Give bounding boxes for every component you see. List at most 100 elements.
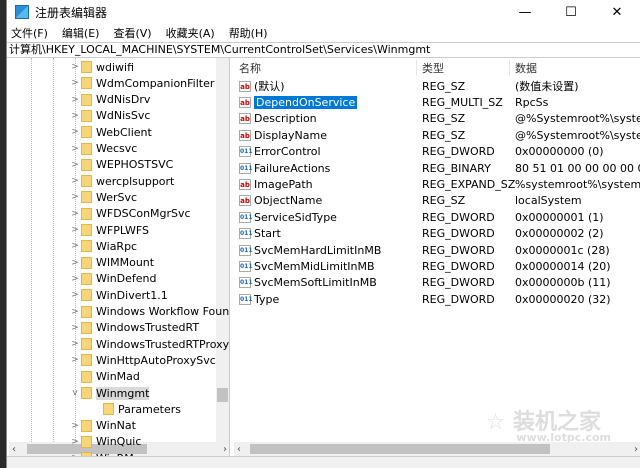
chevron-right-icon[interactable]: > bbox=[69, 307, 81, 317]
chevron-right-icon[interactable]: > bbox=[69, 127, 81, 137]
chevron-right-icon[interactable]: > bbox=[69, 95, 81, 105]
tree-item[interactable]: > wdiwifi bbox=[69, 59, 134, 75]
tree-item[interactable]: > WerSvc bbox=[69, 189, 137, 205]
chevron-right-icon[interactable]: > bbox=[69, 160, 81, 170]
value-row[interactable]: ab DependOnService REG_MULTI_SZ RpcSs bbox=[234, 94, 640, 110]
chevron-right-icon[interactable]: > bbox=[69, 209, 81, 219]
value-name: SvcMemMidLimitInMB bbox=[254, 259, 375, 273]
chevron-right-icon[interactable]: > bbox=[69, 225, 81, 235]
chevron-right-icon[interactable]: > bbox=[69, 339, 81, 349]
tree-item[interactable]: Parameters bbox=[91, 401, 181, 417]
value-row[interactable]: 011 Type REG_DWORD 0x00000020 (32) bbox=[234, 291, 640, 307]
tree-item-label: wercplsupport bbox=[96, 174, 175, 188]
chevron-right-icon[interactable]: > bbox=[69, 241, 81, 251]
maximize-button[interactable]: ☐ bbox=[548, 0, 594, 24]
folder-icon bbox=[81, 77, 92, 90]
tree-item[interactable]: > WdNisDrv bbox=[69, 92, 150, 108]
column-header-type[interactable]: 类型 bbox=[422, 60, 444, 76]
minimize-button[interactable]: — bbox=[502, 0, 548, 24]
value-row[interactable]: ab ObjectName REG_SZ localSystem bbox=[234, 193, 640, 209]
menu-view[interactable]: 查看(V) bbox=[113, 25, 151, 41]
value-type: REG_DWORD bbox=[422, 276, 495, 290]
column-header-name[interactable]: 名称 bbox=[239, 60, 261, 76]
column-divider[interactable] bbox=[416, 60, 417, 76]
tree-item[interactable]: > Wecsvc bbox=[69, 141, 137, 157]
chevron-right-icon[interactable]: > bbox=[69, 111, 81, 121]
tree-item-label: WinDivert1.1 bbox=[96, 288, 168, 302]
address-bar[interactable]: 计算机\HKEY_LOCAL_MACHINE\SYSTEM\CurrentCon… bbox=[7, 42, 640, 58]
value-row[interactable]: 011 SvcMemSoftLimitInMB REG_DWORD 0x0000000… bbox=[234, 275, 640, 291]
tree-item[interactable]: > WEPHOSTSVC bbox=[69, 157, 173, 173]
folder-icon bbox=[81, 175, 92, 188]
tree-item[interactable]: > WindowsTrustedRTProxy bbox=[69, 336, 229, 352]
tree-item[interactable]: > WindowsTrustedRT bbox=[69, 320, 199, 336]
tree-item[interactable]: > WinQuic bbox=[69, 434, 141, 450]
tree-item[interactable]: WinMad bbox=[69, 369, 140, 385]
chevron-right-icon[interactable]: > bbox=[69, 290, 81, 300]
chevron-down-icon[interactable]: v bbox=[69, 388, 81, 398]
value-type: REG_DWORD bbox=[422, 210, 495, 224]
value-row[interactable]: 011 Start REG_DWORD 0x00000002 (2) bbox=[234, 226, 640, 242]
value-row[interactable]: 011 SvcMemHardLimitInMB REG_DWORD 0x0000001… bbox=[234, 242, 640, 258]
chevron-right-icon[interactable]: > bbox=[69, 192, 81, 202]
tree-vertical-scrollbar[interactable] bbox=[216, 58, 229, 442]
value-row[interactable]: 011 ErrorControl REG_DWORD 0x00000000 (0) bbox=[234, 144, 640, 160]
folder-icon bbox=[81, 321, 92, 334]
folder-icon bbox=[81, 109, 92, 122]
value-row[interactable]: 011 ServiceSidType REG_DWORD 0x00000001 (1) bbox=[234, 209, 640, 225]
tree-item[interactable]: > WFDSConMgrSvc bbox=[69, 206, 190, 222]
chevron-right-icon[interactable]: > bbox=[69, 421, 81, 431]
value-type: REG_EXPAND_SZ bbox=[422, 177, 516, 191]
value-type: REG_SZ bbox=[422, 112, 466, 126]
chevron-right-icon[interactable]: > bbox=[69, 437, 81, 447]
scroll-right-arrow[interactable]: › bbox=[634, 444, 638, 455]
value-row[interactable]: ab (默认) REG_SZ (数值未设置) bbox=[234, 78, 640, 94]
value-row[interactable]: abDisplayName REG_SZ @%Systemroot%\system3 bbox=[234, 127, 640, 143]
menu-help[interactable]: 帮助(H) bbox=[229, 25, 268, 41]
tree-item[interactable]: > WinDefend bbox=[69, 271, 156, 287]
tree-item[interactable]: > WdmCompanionFilter bbox=[69, 75, 214, 91]
tree-item[interactable]: > WinHttpAutoProxySvc bbox=[69, 352, 216, 368]
chevron-right-icon[interactable]: > bbox=[69, 78, 81, 88]
column-divider[interactable] bbox=[509, 60, 510, 76]
close-button[interactable]: ✕ bbox=[594, 0, 640, 24]
chevron-right-icon[interactable]: > bbox=[69, 355, 81, 365]
tree-item[interactable]: > WFPLWFS bbox=[69, 222, 149, 238]
chevron-right-icon[interactable]: > bbox=[69, 144, 81, 154]
tree-item[interactable]: > wercplsupport bbox=[69, 173, 174, 189]
value-data: localSystem bbox=[515, 194, 582, 208]
tree-item[interactable]: > WiaRpc bbox=[69, 238, 137, 254]
menu-edit[interactable]: 编辑(E) bbox=[62, 25, 100, 41]
value-row[interactable]: 011 FailureActions REG_BINARY 80 51 01 00 0… bbox=[234, 160, 640, 176]
value-name: ErrorControl bbox=[254, 145, 321, 159]
value-row[interactable]: ab ImagePath REG_EXPAND_SZ %systemroot%\sys… bbox=[234, 176, 640, 192]
menu-file[interactable]: 文件(F) bbox=[11, 25, 48, 41]
tree-item[interactable]: > Windows Workflow Foun bbox=[69, 304, 229, 320]
chevron-right-icon[interactable]: > bbox=[69, 62, 81, 72]
tree-item[interactable]: > WIMMount bbox=[69, 255, 154, 271]
scrollbar-thumb[interactable] bbox=[217, 388, 228, 402]
folder-icon bbox=[81, 370, 92, 383]
chevron-right-icon[interactable]: > bbox=[69, 323, 81, 333]
scroll-left-arrow[interactable]: ‹ bbox=[237, 444, 241, 455]
chevron-right-icon[interactable]: > bbox=[69, 258, 81, 268]
chevron-right-icon[interactable]: > bbox=[69, 176, 81, 186]
value-name: Type bbox=[254, 292, 280, 306]
tree-item-label: WinMad bbox=[96, 370, 140, 384]
menu-favorites[interactable]: 收藏夹(A) bbox=[166, 25, 215, 41]
tree-item[interactable]: v Winmgmt bbox=[69, 385, 150, 401]
tree-item-label: Parameters bbox=[118, 402, 181, 416]
chevron-right-icon[interactable]: > bbox=[69, 274, 81, 284]
scrollbar-thumb[interactable] bbox=[250, 444, 550, 454]
tree-item[interactable]: > WinNat bbox=[69, 418, 136, 434]
list-horizontal-scrollbar[interactable]: ‹ › bbox=[234, 442, 640, 456]
scroll-left-arrow[interactable]: ‹ bbox=[12, 444, 16, 455]
tree-item[interactable]: > WinDivert1.1 bbox=[69, 287, 168, 303]
column-header-data[interactable]: 数据 bbox=[515, 60, 537, 76]
value-row[interactable]: abDescription REG_SZ @%Systemroot%\system3 bbox=[234, 111, 640, 127]
scroll-right-arrow[interactable]: › bbox=[223, 444, 227, 455]
tree-item[interactable]: > WebClient bbox=[69, 124, 152, 140]
column-header-row: 名称 类型 数据 bbox=[234, 60, 640, 76]
value-row[interactable]: 011 SvcMemMidLimitInMB REG_DWORD 0x00000014… bbox=[234, 258, 640, 274]
tree-item[interactable]: > WdNisSvc bbox=[69, 108, 150, 124]
